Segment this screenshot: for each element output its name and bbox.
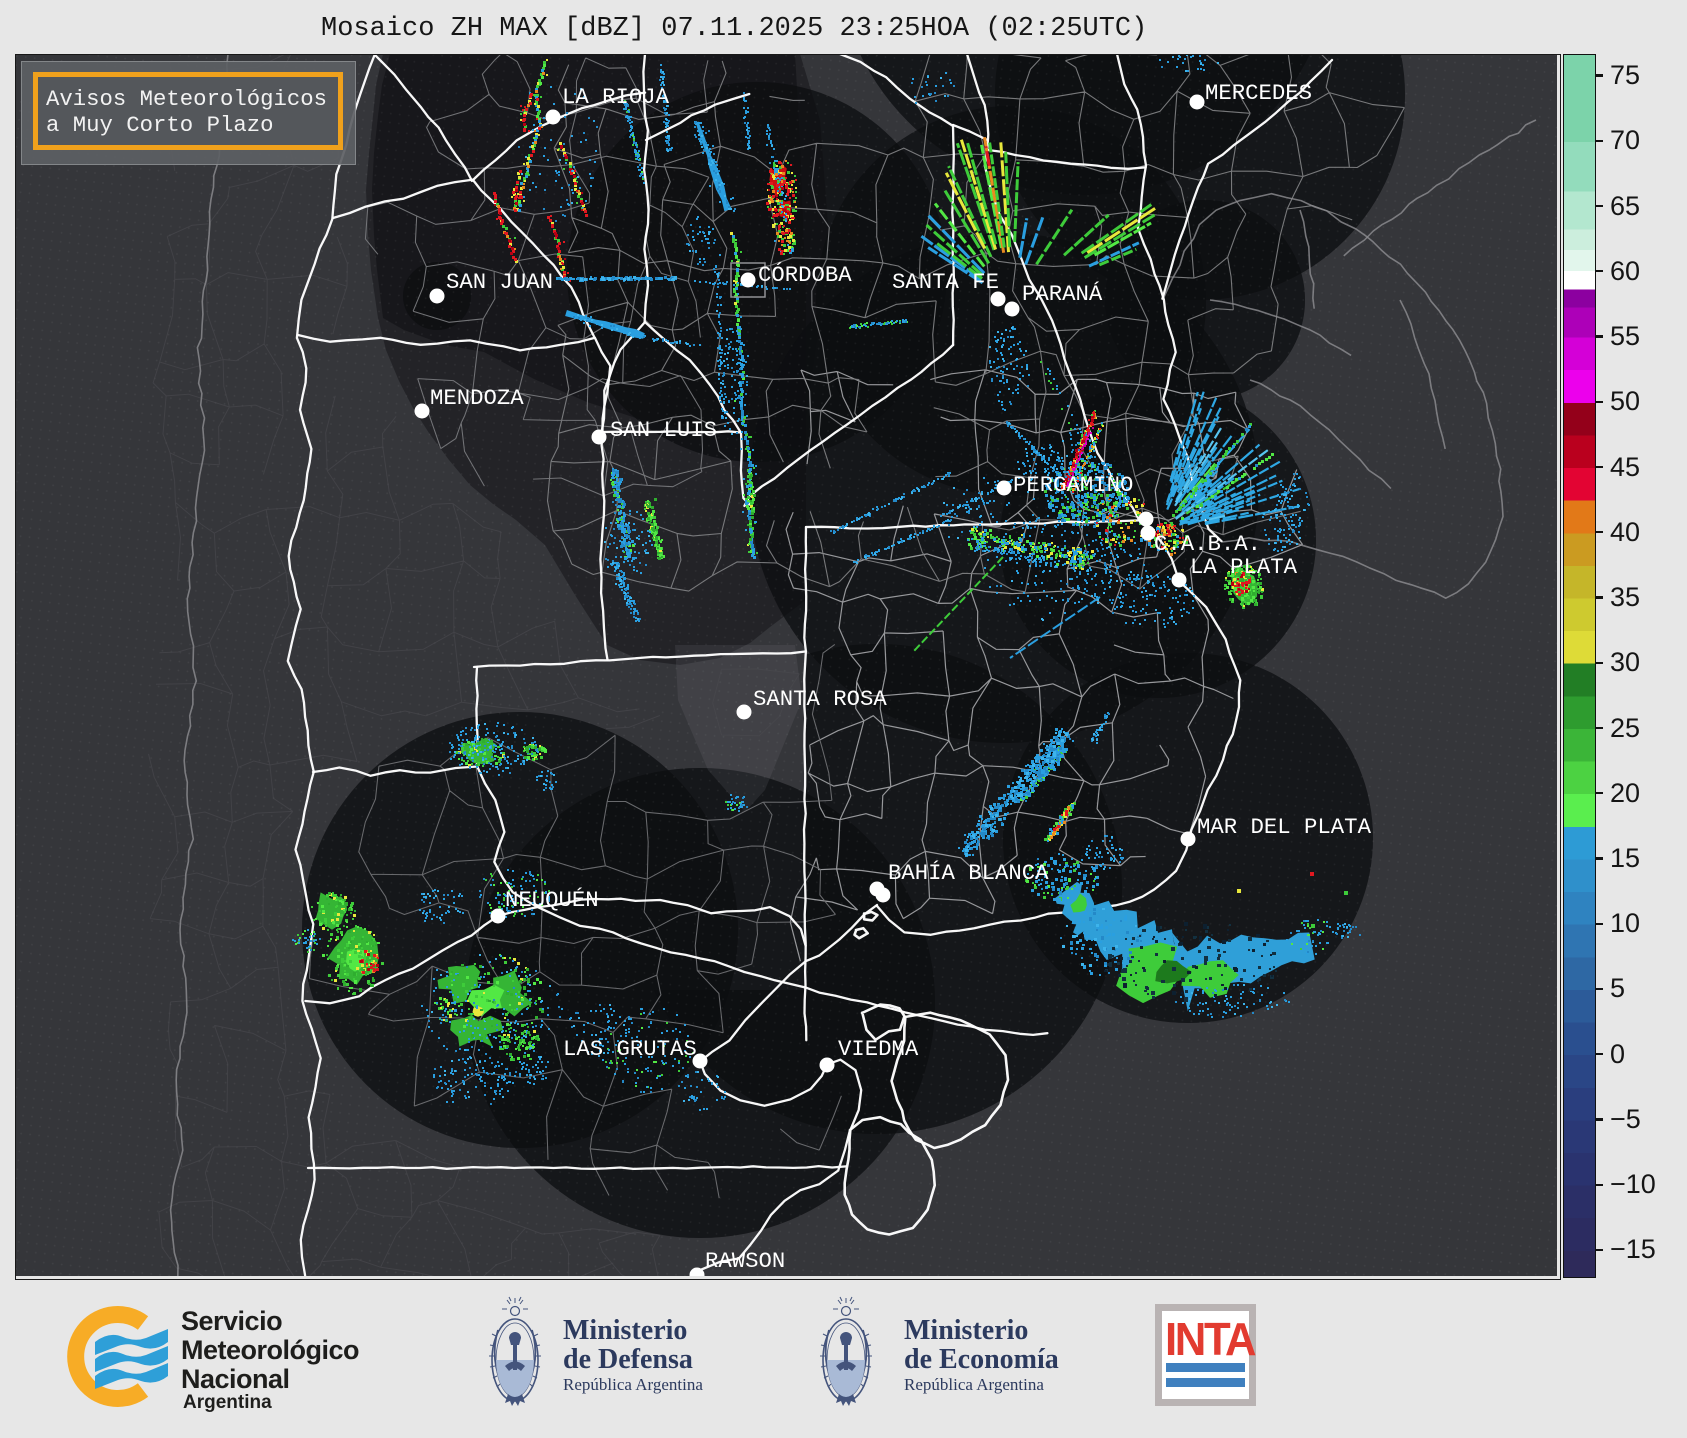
svg-text:VIEDMA: VIEDMA [838, 1036, 919, 1062]
svg-text:SANTA FE: SANTA FE [892, 269, 999, 295]
svg-text:CÓRDOBA: CÓRDOBA [758, 262, 852, 288]
svg-text:SANTA ROSA: SANTA ROSA [753, 686, 887, 712]
svg-text:LA RIOJA: LA RIOJA [562, 84, 670, 110]
svg-text:MENDOZA: MENDOZA [430, 385, 524, 411]
svg-text:PERGAMINO: PERGAMINO [1013, 472, 1133, 498]
svg-text:PARANÁ: PARANÁ [1022, 281, 1103, 307]
svg-text:LA PLATA: LA PLATA [1190, 554, 1298, 580]
svg-text:LAS GRUTAS: LAS GRUTAS [563, 1036, 697, 1062]
svg-text:RAWSON: RAWSON [705, 1248, 785, 1274]
svg-text:MERCEDES: MERCEDES [1205, 80, 1312, 106]
svg-text:SAN JUAN: SAN JUAN [446, 269, 553, 295]
svg-text:MAR DEL PLATA: MAR DEL PLATA [1197, 814, 1372, 840]
svg-text:NEUQUÉN: NEUQUÉN [505, 887, 599, 913]
svg-text:SAN LUIS: SAN LUIS [610, 417, 717, 443]
svg-text:BAHÍA BLANCA: BAHÍA BLANCA [888, 860, 1049, 886]
